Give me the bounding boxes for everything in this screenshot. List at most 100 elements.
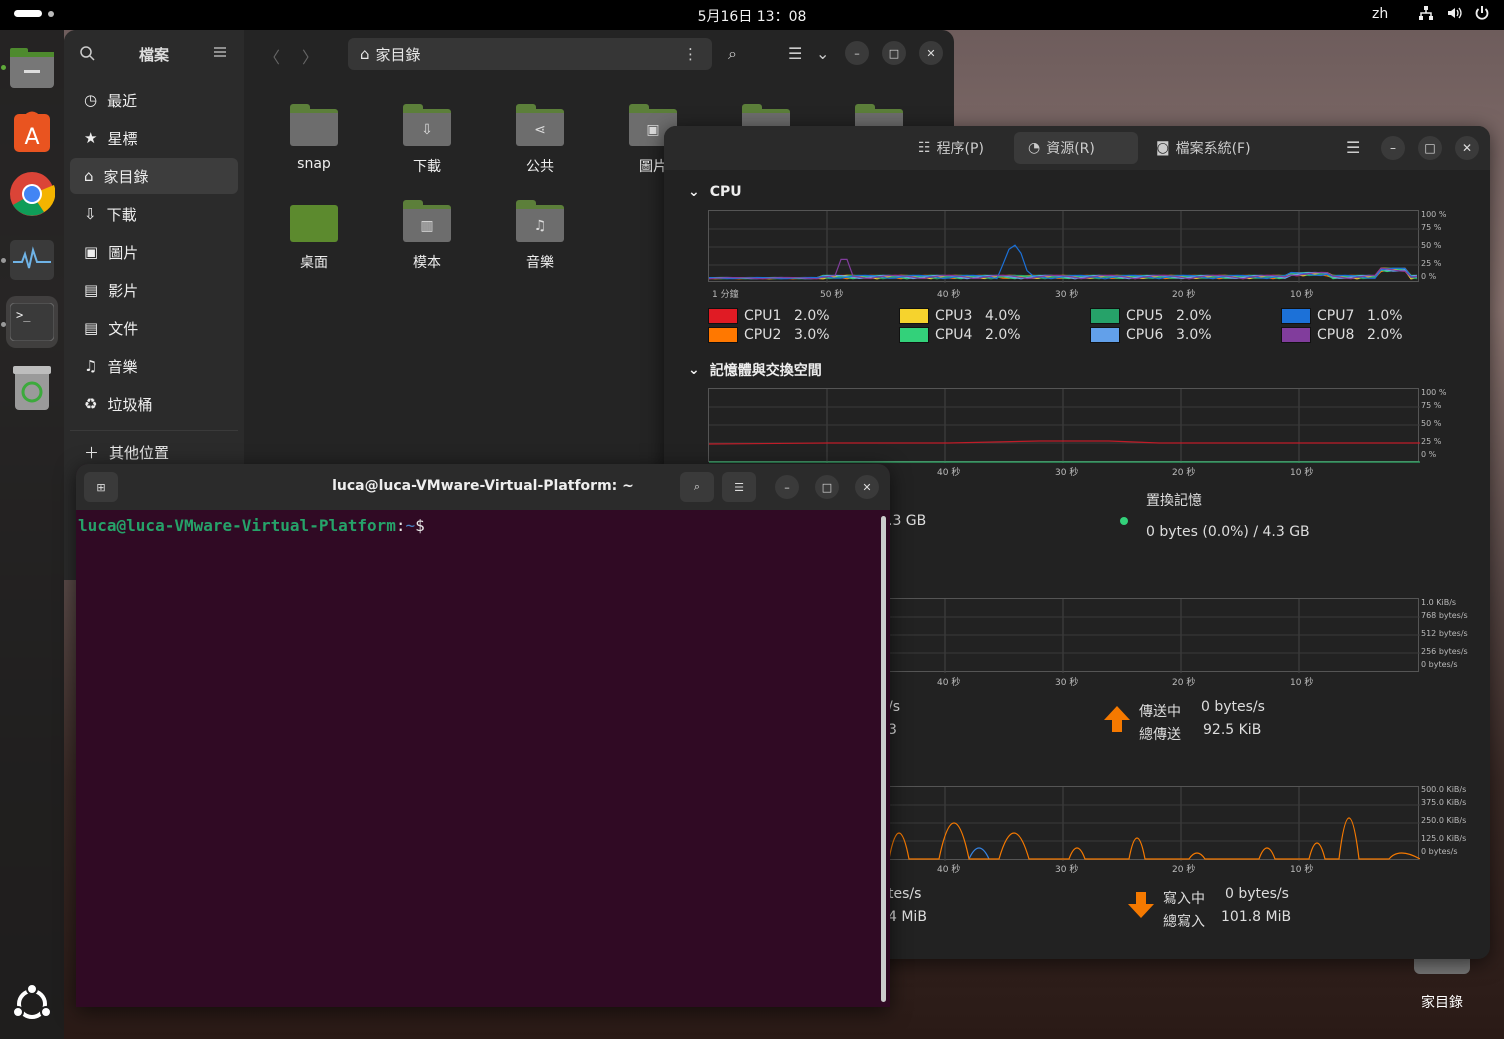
cpu-color-swatch[interactable] <box>1090 327 1120 343</box>
terminal-output[interactable]: luca@luca-VMware-Virtual-Platform:~$ <box>76 510 890 1007</box>
menu-icon[interactable]: ☰ <box>1346 138 1360 157</box>
cpu-color-swatch[interactable] <box>708 327 738 343</box>
sidebar-item-home[interactable]: ⌂ 家目錄 <box>70 158 238 194</box>
trash-icon <box>13 366 51 410</box>
cpu-color-swatch[interactable] <box>899 308 929 324</box>
cpu-graph <box>708 210 1420 283</box>
write-arrow-icon[interactable] <box>1126 890 1156 920</box>
x-tick-label: 50 秒 <box>820 290 844 300</box>
cpu-legend-item[interactable]: CPU1 2.0% <box>708 308 830 324</box>
cpu-history-plot <box>709 211 1420 283</box>
minimize-button[interactable]: – <box>845 41 869 65</box>
cpu-legend-item[interactable]: CPU6 3.0% <box>1090 327 1212 343</box>
desktop-home-icon[interactable]: 家目錄 <box>1412 952 1472 1012</box>
path-bar[interactable]: ⌂ 家目錄 ⋮ <box>348 38 712 70</box>
sidebar-item-label: 文件 <box>108 319 139 338</box>
cpu-legend-item[interactable]: CPU3 4.0% <box>899 308 1021 324</box>
chevron-down-icon: ⌄ <box>688 184 700 200</box>
search-icon[interactable]: ⌕ <box>728 44 737 64</box>
y-tick-label: 1.0 KiB/s <box>1421 598 1457 607</box>
close-button[interactable]: ✕ <box>855 475 879 499</box>
x-tick-label: 10 秒 <box>1290 865 1314 875</box>
x-tick-label: 20 秒 <box>1172 678 1196 688</box>
music-icon: ♫ <box>84 357 98 375</box>
maximize-button[interactable]: □ <box>1418 136 1442 160</box>
folder-label: 圖片 <box>639 159 667 175</box>
cpu-legend-item[interactable]: CPU2 3.0% <box>708 327 830 343</box>
top-bar: 5月16日 13：08 zh <box>0 0 1504 30</box>
send-arrow-icon[interactable] <box>1102 704 1132 734</box>
sidebar-title: 檔案 <box>139 46 170 64</box>
input-language[interactable]: zh <box>1372 6 1388 22</box>
cpu-legend-item[interactable]: CPU4 2.0% <box>899 327 1021 343</box>
cpu-name: CPU8 <box>1317 327 1355 343</box>
sidebar-item-other-locations[interactable]: ＋ 其他位置 <box>84 442 169 463</box>
menu-icon: ☰ <box>734 480 744 494</box>
swap-color-dot[interactable] <box>1120 517 1128 525</box>
clock[interactable]: 5月16日 13：08 <box>0 6 1504 26</box>
cpu-color-swatch[interactable] <box>899 327 929 343</box>
menu-icon[interactable] <box>214 47 226 57</box>
back-icon[interactable]: 〈 <box>264 44 280 68</box>
cpu-color-swatch[interactable] <box>1281 308 1311 324</box>
cpu-color-swatch[interactable] <box>1090 308 1120 324</box>
folder-item[interactable]: ⋖ 公共 <box>490 104 590 176</box>
sidebar-item-starred[interactable]: ★ 星標 <box>70 120 238 156</box>
folder-label: 音樂 <box>526 255 554 271</box>
close-button[interactable]: ✕ <box>1455 136 1479 160</box>
search-icon[interactable] <box>80 46 95 61</box>
maximize-button[interactable]: □ <box>815 475 839 499</box>
y-tick-label: 0 % <box>1421 450 1437 459</box>
more-icon[interactable]: ⋮ <box>683 45 698 63</box>
star-icon: ★ <box>84 129 98 147</box>
sidebar-item-music[interactable]: ♫ 音樂 <box>70 348 238 384</box>
prompt-colon: : <box>395 516 406 535</box>
system-tray[interactable] <box>1418 5 1490 21</box>
sidebar-item-pictures[interactable]: ▣ 圖片 <box>70 234 238 270</box>
cpu-color-swatch[interactable] <box>708 308 738 324</box>
tab-filesystems[interactable]: ◙ 檔案系統(F) <box>1142 132 1265 164</box>
folder-item[interactable]: 桌面 <box>264 200 364 272</box>
disk-read-line <box>968 847 990 860</box>
x-tick-label: 20 秒 <box>1172 290 1196 300</box>
chrome-launcher[interactable] <box>6 168 58 220</box>
app-center-launcher[interactable]: A <box>6 104 58 156</box>
cpu-legend-item[interactable]: CPU7 1.0% <box>1281 308 1403 324</box>
sidebar-item-videos[interactable]: ▤ 影片 <box>70 272 238 308</box>
folder-item[interactable]: ⇩ 下載 <box>377 104 477 176</box>
x-tick-label: 10 秒 <box>1290 468 1314 478</box>
minimize-button[interactable]: – <box>775 475 799 499</box>
sidebar-item-trash[interactable]: ♻ 垃圾桶 <box>70 386 238 422</box>
close-button[interactable]: ✕ <box>919 41 943 65</box>
folder-item[interactable]: ▥ 模本 <box>377 200 477 272</box>
total-send-value: 92.5 KiB <box>1203 722 1262 738</box>
trash-launcher[interactable] <box>6 362 58 414</box>
prompt-path: ~ <box>405 516 416 535</box>
maximize-button[interactable]: □ <box>882 41 906 65</box>
cpu-section-title[interactable]: ⌄ CPU <box>688 184 742 200</box>
show-apps-button[interactable] <box>6 978 58 1030</box>
menu-button[interactable]: ☰ <box>722 472 756 502</box>
cpu-color-swatch[interactable] <box>1281 327 1311 343</box>
sidebar-item-downloads[interactable]: ⇩ 下載 <box>70 196 238 232</box>
minimize-button[interactable]: – <box>1381 136 1405 160</box>
tab-processes[interactable]: ☷ 程序(P) <box>904 132 998 164</box>
memory-section-title[interactable]: ⌄ 記憶體與交換空間 <box>688 360 822 380</box>
cpu-value: 2.0% <box>794 308 830 324</box>
terminal-launcher[interactable]: >_ <box>6 296 58 348</box>
files-launcher[interactable] <box>6 42 58 94</box>
sidebar-item-documents[interactable]: ▤ 文件 <box>70 310 238 346</box>
list-view-icon[interactable]: ☰ <box>788 44 802 63</box>
system-monitor-launcher[interactable] <box>6 234 58 286</box>
chevron-down-icon[interactable]: ⌄ <box>816 44 829 63</box>
total-write-label: 總寫入 <box>1163 914 1205 930</box>
cpu-legend-item[interactable]: CPU8 2.0% <box>1281 327 1403 343</box>
folder-item[interactable]: ♫ 音樂 <box>490 200 590 272</box>
scrollbar[interactable] <box>881 516 886 1002</box>
search-button[interactable]: ⌕ <box>680 472 714 502</box>
cpu-legend-item[interactable]: CPU5 2.0% <box>1090 308 1212 324</box>
tab-resources[interactable]: ◔ 資源(R) <box>1014 132 1138 164</box>
folder-item[interactable]: snap <box>264 104 364 172</box>
sidebar-item-recent[interactable]: ◷ 最近 <box>70 82 238 118</box>
forward-icon[interactable]: 〉 <box>302 44 318 68</box>
